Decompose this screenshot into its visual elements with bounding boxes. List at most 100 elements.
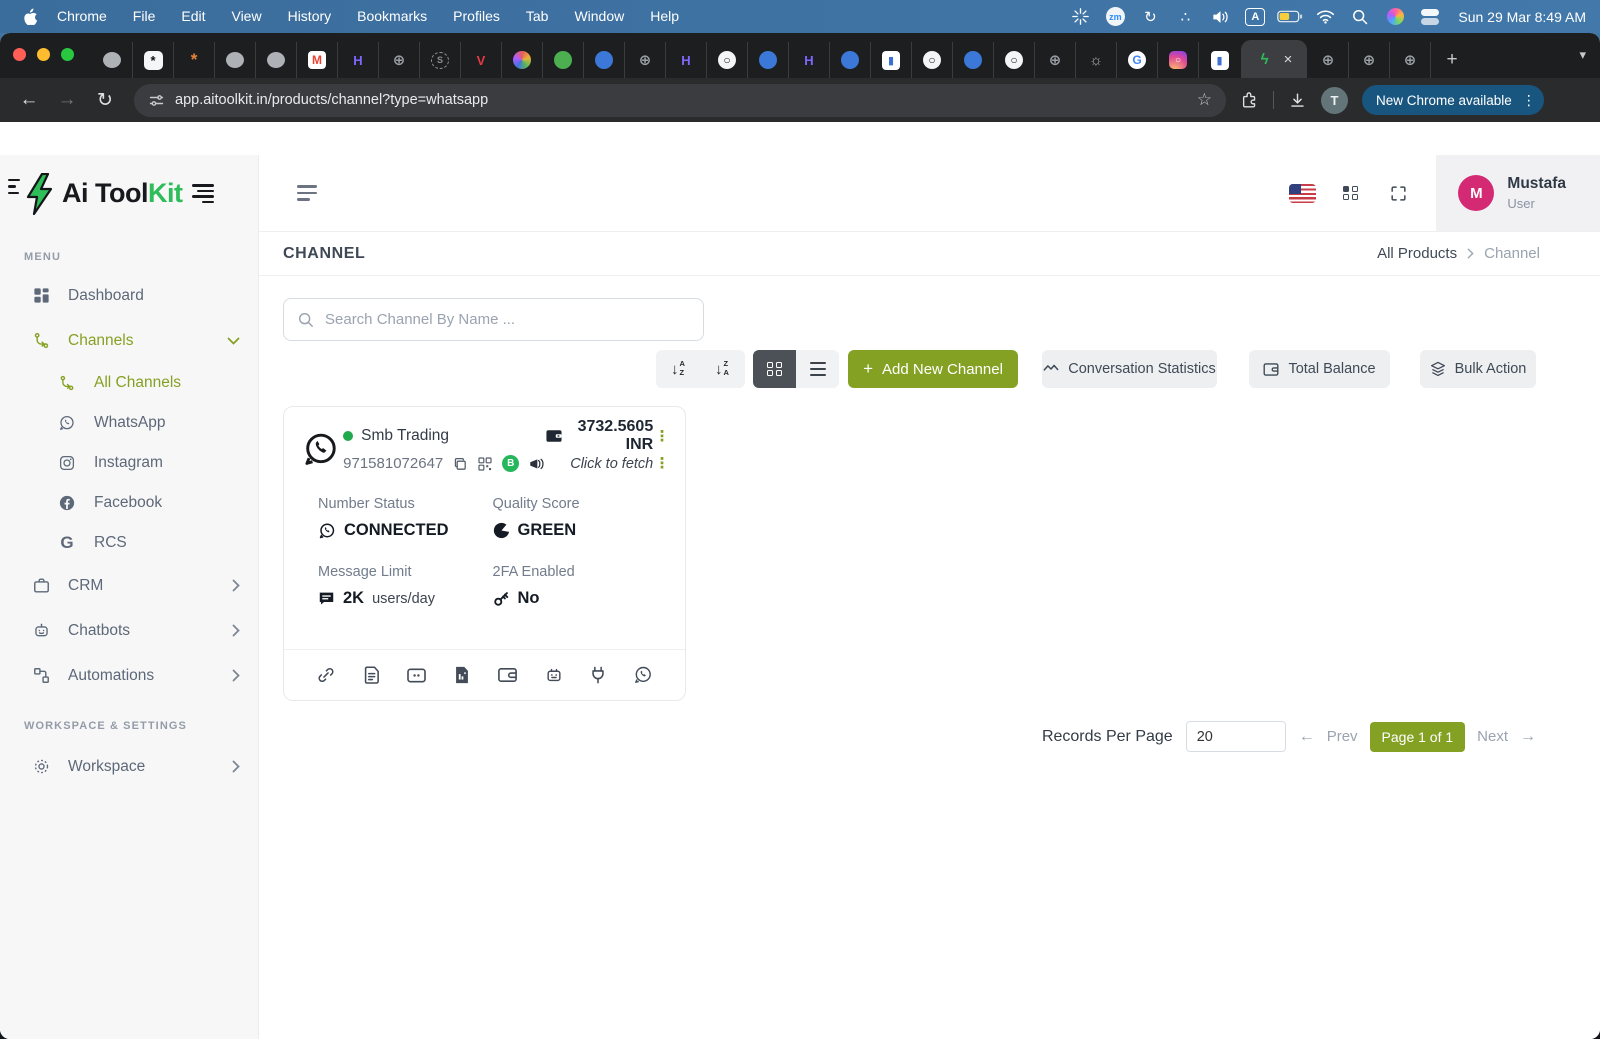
megaphone-icon[interactable] [528, 456, 545, 471]
sidebar-item-automations[interactable]: Automations [0, 653, 258, 698]
browser-tab[interactable]: ▮ [871, 42, 912, 78]
menubar-item[interactable]: Bookmarks [344, 0, 440, 33]
control-center-icon[interactable] [1417, 6, 1443, 28]
channel-search[interactable] [283, 298, 704, 341]
new-tab-button[interactable]: + [1435, 43, 1469, 77]
browser-tab[interactable]: ⊕ [379, 42, 420, 78]
records-per-page-input[interactable] [1186, 721, 1286, 752]
extensions-icon[interactable] [1240, 91, 1259, 110]
browser-tab[interactable]: ○ [912, 42, 953, 78]
address-bar[interactable]: app.aitoolkit.in/products/channel?type=w… [134, 84, 1226, 117]
menubar-item[interactable]: History [275, 0, 345, 33]
browser-tab[interactable]: H [338, 42, 379, 78]
forward-button[interactable]: → [50, 83, 84, 117]
menubar-item[interactable]: Edit [168, 0, 218, 33]
browser-tab[interactable]: ○ [994, 42, 1035, 78]
volume-icon[interactable] [1207, 6, 1233, 28]
browser-tab[interactable]: * [133, 42, 174, 78]
reload-button[interactable]: ↻ [88, 83, 122, 117]
browser-tab[interactable]: S [420, 42, 461, 78]
update-menu-icon[interactable]: ⋮ [1522, 92, 1536, 109]
report-file-icon[interactable] [453, 665, 471, 685]
card-menu-icon[interactable]: ⋮ [655, 422, 670, 449]
media-card-icon[interactable] [406, 667, 427, 684]
screen-record-icon[interactable] [1067, 6, 1093, 28]
list-view-button[interactable] [796, 350, 839, 388]
back-button[interactable]: ← [12, 83, 46, 117]
wallet-outline-icon[interactable] [497, 666, 518, 684]
copy-icon[interactable] [452, 456, 468, 472]
browser-tab[interactable]: H [789, 42, 830, 78]
browser-tab[interactable] [92, 42, 133, 78]
browser-tab[interactable] [748, 42, 789, 78]
browser-tab[interactable] [256, 42, 297, 78]
app-logo[interactable]: Ai ToolKit [0, 155, 258, 232]
browser-tab[interactable]: H [666, 42, 707, 78]
channel-card[interactable]: Smb Trading 971581072647 B [283, 406, 686, 701]
siri-icon[interactable] [1382, 6, 1408, 28]
search-input[interactable] [325, 311, 689, 328]
sidebar-item-rcs[interactable]: G RCS [0, 523, 258, 563]
breadcrumb-all-products[interactable]: All Products [1377, 245, 1457, 262]
browser-tab[interactable] [830, 42, 871, 78]
bookmark-star-icon[interactable]: ☆ [1197, 90, 1212, 110]
sidebar-item-workspace[interactable]: Workspace [0, 744, 258, 789]
site-settings-icon[interactable] [148, 92, 165, 109]
battery-icon[interactable] [1277, 6, 1303, 28]
tab-search-button[interactable]: ▾ [1579, 47, 1586, 63]
browser-tab[interactable]: ☼ [1076, 42, 1117, 78]
add-new-channel-button[interactable]: + Add New Channel [848, 350, 1018, 388]
sidebar-item-all-channels[interactable]: All Channels [0, 363, 258, 403]
sidebar-item-chatbots[interactable]: Chatbots [0, 608, 258, 653]
url-text[interactable]: app.aitoolkit.in/products/channel?type=w… [175, 92, 1187, 108]
click-to-fetch[interactable]: Click to fetch [570, 456, 653, 472]
browser-tab[interactable]: V [461, 42, 502, 78]
next-button[interactable]: Next [1477, 728, 1508, 745]
bot-icon[interactable] [544, 665, 564, 685]
sidebar-item-dashboard[interactable]: Dashboard [0, 273, 258, 318]
apple-menu-icon[interactable] [14, 8, 44, 25]
card-menu-icon[interactable]: ⋮ [655, 449, 670, 476]
browser-profile-avatar[interactable]: T [1321, 87, 1348, 114]
sort-asc-button[interactable]: ↓AZ [656, 350, 700, 388]
plug-icon[interactable] [589, 665, 607, 685]
sidebar-item-channels[interactable]: Channels [0, 318, 258, 363]
link-icon[interactable] [316, 665, 336, 685]
close-tab-icon[interactable]: × [1284, 52, 1293, 67]
template-file-icon[interactable] [362, 665, 381, 685]
whatsapp-outline-icon[interactable] [633, 665, 653, 685]
spotlight-icon[interactable] [1347, 6, 1373, 28]
collapse-sidebar-icon[interactable] [297, 185, 317, 201]
grid-view-button[interactable] [753, 350, 796, 388]
zoom-window-button[interactable] [61, 48, 74, 61]
menubar-item[interactable]: Chrome [44, 0, 120, 33]
browser-tab[interactable]: ○ [707, 42, 748, 78]
download-icon[interactable] [1288, 91, 1307, 110]
browser-tab[interactable]: ⊕ [1390, 42, 1431, 78]
swirl-app-icon[interactable]: ↻ [1137, 6, 1163, 28]
input-source-icon[interactable]: A [1242, 6, 1268, 28]
page-indicator[interactable]: Page 1 of 1 [1370, 722, 1466, 752]
fullscreen-icon[interactable] [1374, 169, 1422, 217]
menubar-item[interactable]: Tab [513, 0, 562, 33]
menubar-item[interactable]: File [120, 0, 169, 33]
keyboard-brightness-icon[interactable]: ∴ [1172, 6, 1198, 28]
browser-tab[interactable] [502, 42, 543, 78]
chrome-update-button[interactable]: New Chrome available ⋮ [1362, 85, 1544, 115]
browser-tab[interactable]: ⊕ [625, 42, 666, 78]
browser-tab[interactable] [543, 42, 584, 78]
browser-tab[interactable]: M [297, 42, 338, 78]
browser-tab[interactable] [953, 42, 994, 78]
sidebar-item-facebook[interactable]: Facebook [0, 483, 258, 523]
total-balance-button[interactable]: Total Balance [1249, 350, 1390, 388]
menubar-item[interactable]: Profiles [440, 0, 513, 33]
active-browser-tab[interactable]: ϟ × [1241, 40, 1307, 78]
browser-tab[interactable] [584, 42, 625, 78]
conversation-statistics-button[interactable]: Conversation Statistics [1042, 350, 1217, 388]
menubar-item[interactable]: Window [561, 0, 637, 33]
browser-tab[interactable]: ○ [1158, 42, 1199, 78]
sidebar-item-crm[interactable]: CRM [0, 563, 258, 608]
prev-arrow-icon[interactable]: ← [1299, 728, 1315, 746]
browser-tab[interactable]: ⊕ [1308, 42, 1349, 78]
next-arrow-icon[interactable]: → [1520, 728, 1536, 746]
